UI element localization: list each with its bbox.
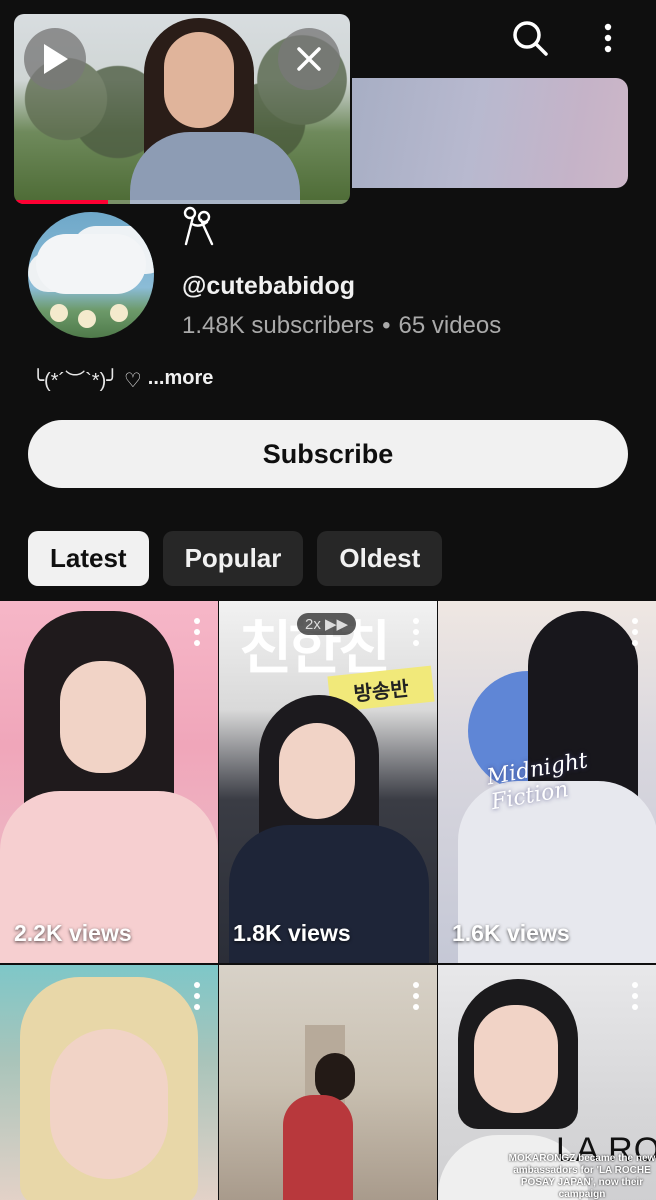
mini-player[interactable] bbox=[14, 14, 350, 204]
video-count: 65 videos bbox=[398, 312, 502, 339]
thumbnail-figure-face bbox=[60, 661, 146, 773]
description-text: ╰(*´︶`*)╯ ♡ bbox=[32, 370, 142, 392]
channel-handle: @cutebabidog bbox=[182, 272, 355, 300]
description-more-link[interactable]: ...more bbox=[148, 367, 214, 390]
thumbnail-figure-hair bbox=[315, 1053, 355, 1101]
channel-stats: 1.48K subscribers • 65 videos bbox=[182, 312, 501, 340]
short-tile[interactable]: 친한친 2x ▶▶ 방송반 1.8K views bbox=[219, 601, 437, 963]
mini-player-close-button[interactable] bbox=[278, 28, 340, 90]
short-tile[interactable]: 2.2K views bbox=[0, 601, 218, 963]
more-vertical-icon[interactable] bbox=[411, 981, 421, 1011]
thumbnail-figure-body bbox=[283, 1095, 353, 1200]
chip-latest[interactable]: Latest bbox=[28, 531, 149, 586]
more-vertical-icon[interactable] bbox=[630, 981, 640, 1011]
search-icon bbox=[513, 21, 548, 56]
view-count: 1.6K views bbox=[452, 920, 570, 946]
mini-player-person bbox=[126, 14, 302, 204]
more-vertical-icon[interactable] bbox=[411, 617, 421, 647]
view-count: 1.8K views bbox=[233, 920, 351, 946]
mini-player-progress-track bbox=[14, 200, 350, 204]
chip-popular[interactable]: Popular bbox=[162, 531, 304, 586]
short-tile[interactable] bbox=[219, 965, 437, 1200]
more-options-button[interactable] bbox=[588, 18, 628, 58]
more-vertical-icon bbox=[604, 23, 612, 53]
more-vertical-icon[interactable] bbox=[192, 617, 202, 647]
channel-banner bbox=[352, 78, 628, 188]
thumbnail-figure-face bbox=[279, 723, 355, 819]
shorts-grid: 2.2K views 친한친 2x ▶▶ 방송반 1.8K views Midn… bbox=[0, 601, 656, 1200]
avatar-cloud bbox=[36, 234, 146, 294]
more-vertical-icon[interactable] bbox=[192, 981, 202, 1011]
short-tile[interactable] bbox=[0, 965, 218, 1200]
thumbnail-figure-face bbox=[50, 1029, 168, 1179]
short-tile[interactable]: LA ROC MOKARONGZ became the new ambassad… bbox=[438, 965, 656, 1200]
channel-name-glyph bbox=[183, 206, 214, 246]
search-button[interactable] bbox=[510, 18, 550, 58]
chip-oldest[interactable]: Oldest bbox=[317, 531, 443, 586]
subscriber-count: 1.48K subscribers bbox=[182, 312, 375, 339]
sort-chips: Latest Popular Oldest bbox=[28, 531, 443, 586]
stats-separator: • bbox=[382, 312, 391, 339]
mini-player-hoodie bbox=[130, 132, 300, 204]
avatar-flower bbox=[50, 304, 68, 322]
avatar-flower bbox=[110, 304, 128, 322]
channel-avatar[interactable] bbox=[28, 212, 154, 338]
mini-player-play-button[interactable] bbox=[24, 28, 86, 90]
subscribe-button[interactable]: Subscribe bbox=[28, 420, 628, 488]
thumbnail-figure-face bbox=[474, 1005, 558, 1113]
channel-description[interactable]: ╰(*´︶`*)╯ ♡ ...more bbox=[32, 364, 213, 393]
mini-player-progress-fill bbox=[14, 200, 109, 204]
short-tile[interactable]: Midnight Fiction 1.6K views bbox=[438, 601, 656, 963]
playback-speed-badge: 2x ▶▶ bbox=[297, 613, 357, 635]
avatar-flower bbox=[78, 310, 96, 328]
close-icon bbox=[297, 47, 321, 71]
thumbnail-caption: MOKARONGZ became the new ambassadors for… bbox=[508, 1153, 656, 1200]
mini-player-face bbox=[164, 32, 234, 128]
view-count: 2.2K views bbox=[14, 920, 132, 946]
more-vertical-icon[interactable] bbox=[630, 617, 640, 647]
play-icon bbox=[44, 44, 68, 74]
